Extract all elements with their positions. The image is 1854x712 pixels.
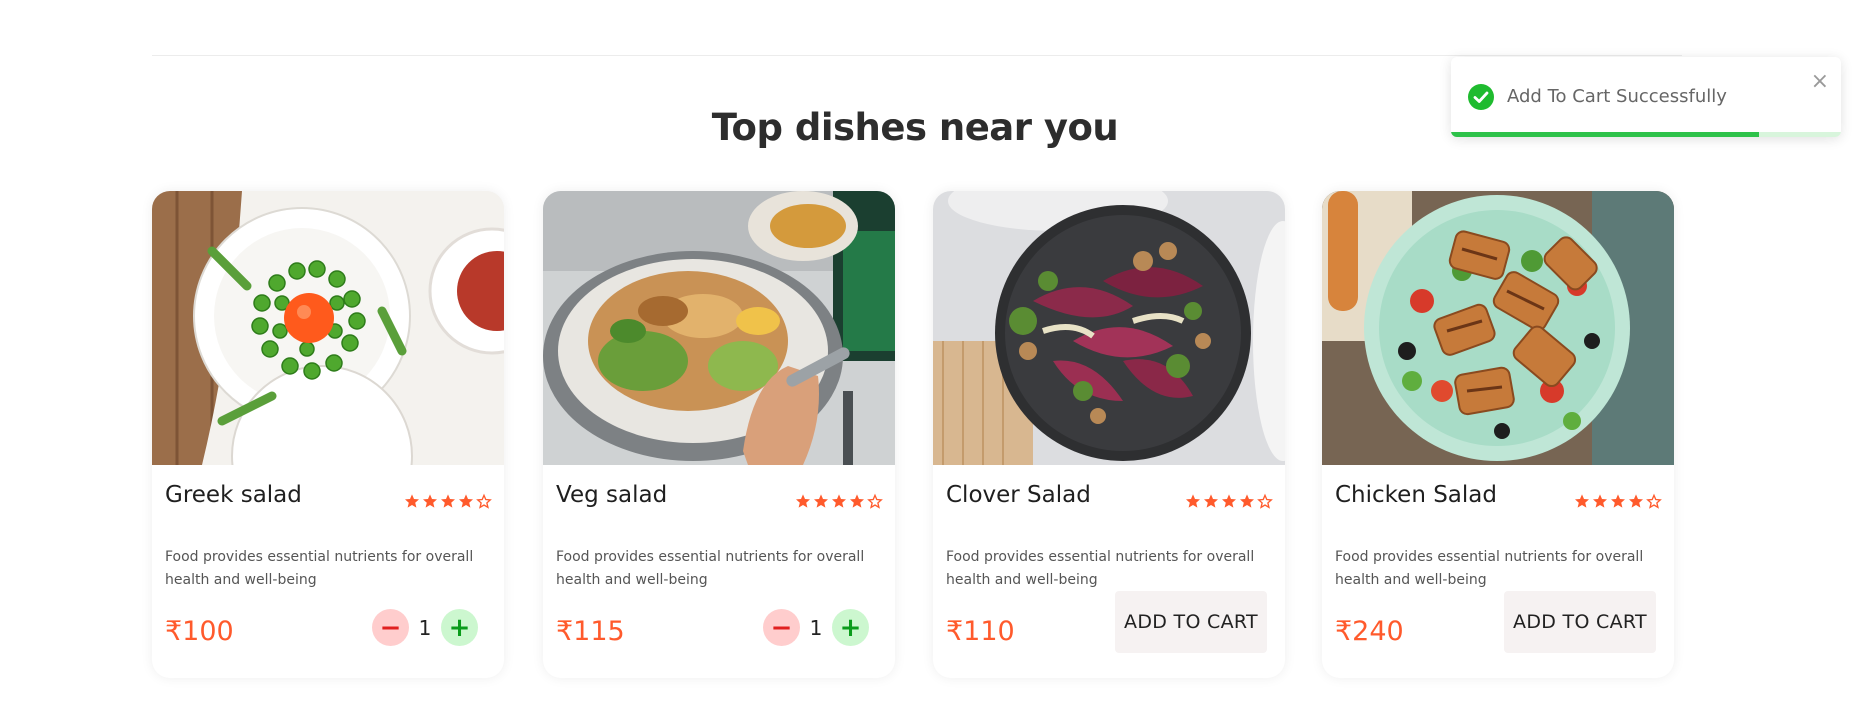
star-filled-icon	[423, 494, 437, 508]
star-filled-icon	[459, 494, 473, 508]
star-filled-icon	[1240, 494, 1254, 508]
dish-image	[152, 191, 504, 465]
toast-message: Add To Cart Successfully	[1507, 86, 1727, 107]
dish-description: Food provides essential nutrients for ov…	[946, 549, 1255, 588]
star-empty-icon	[867, 493, 883, 509]
rating-stars	[795, 493, 883, 509]
dish-card-veg-salad: Veg salad Food provides essential nutrie…	[543, 191, 895, 678]
dish-description: Food provides essential nutrients for ov…	[556, 549, 865, 588]
dish-description: Food provides essential nutrients for ov…	[165, 549, 474, 588]
dish-name: Veg salad	[556, 482, 668, 508]
toast-progress-bar	[1451, 132, 1760, 137]
star-filled-icon	[850, 494, 864, 508]
dish-name: Chicken Salad	[1335, 482, 1497, 508]
dish-price: ₹240	[1335, 616, 1404, 647]
dish-price: ₹115	[556, 616, 625, 647]
star-filled-icon	[796, 494, 810, 508]
quantity-stepper: − 1 +	[763, 609, 869, 646]
star-filled-icon	[441, 494, 455, 508]
rating-stars	[404, 493, 492, 509]
star-filled-icon	[1629, 494, 1643, 508]
check-circle-icon	[1468, 84, 1494, 110]
dish-name: Greek salad	[165, 482, 302, 508]
increase-quantity-button[interactable]: +	[441, 609, 478, 646]
star-filled-icon	[1222, 494, 1236, 508]
add-to-cart-button[interactable]: ADD TO CART	[1504, 591, 1656, 653]
section-divider	[152, 55, 1682, 56]
quantity-value: 1	[418, 615, 432, 640]
decrease-quantity-button[interactable]: −	[763, 609, 800, 646]
dish-card-clover-salad: Clover Salad Food provides essential nut…	[933, 191, 1285, 678]
star-empty-icon	[1646, 493, 1662, 509]
dish-image	[543, 191, 895, 465]
toast-progress-track	[1451, 132, 1841, 137]
star-filled-icon	[832, 494, 846, 508]
quantity-stepper: − 1 +	[372, 609, 478, 646]
dish-price: ₹100	[165, 616, 234, 647]
rating-stars	[1185, 493, 1273, 509]
increase-quantity-button[interactable]: +	[832, 609, 869, 646]
star-filled-icon	[1204, 494, 1218, 508]
dish-image	[1322, 191, 1674, 465]
toast-notification: Add To Cart Successfully ×	[1451, 57, 1841, 137]
star-filled-icon	[1611, 494, 1625, 508]
star-filled-icon	[1593, 494, 1607, 508]
decrease-quantity-button[interactable]: −	[372, 609, 409, 646]
star-empty-icon	[476, 493, 492, 509]
dish-description: Food provides essential nutrients for ov…	[1335, 549, 1644, 588]
dish-card-chicken-salad: Chicken Salad Food provides essential nu…	[1322, 191, 1674, 678]
star-filled-icon	[814, 494, 828, 508]
dish-price: ₹110	[946, 616, 1015, 647]
dish-card-greek-salad: Greek salad Food provides essential nutr…	[152, 191, 504, 678]
quantity-value: 1	[809, 615, 823, 640]
dish-name: Clover Salad	[946, 482, 1091, 508]
close-icon[interactable]: ×	[1811, 71, 1829, 93]
add-to-cart-button[interactable]: ADD TO CART	[1115, 591, 1267, 653]
star-filled-icon	[1186, 494, 1200, 508]
star-filled-icon	[405, 494, 419, 508]
rating-stars	[1574, 493, 1662, 509]
dish-image	[933, 191, 1285, 465]
star-filled-icon	[1575, 494, 1589, 508]
star-empty-icon	[1257, 493, 1273, 509]
